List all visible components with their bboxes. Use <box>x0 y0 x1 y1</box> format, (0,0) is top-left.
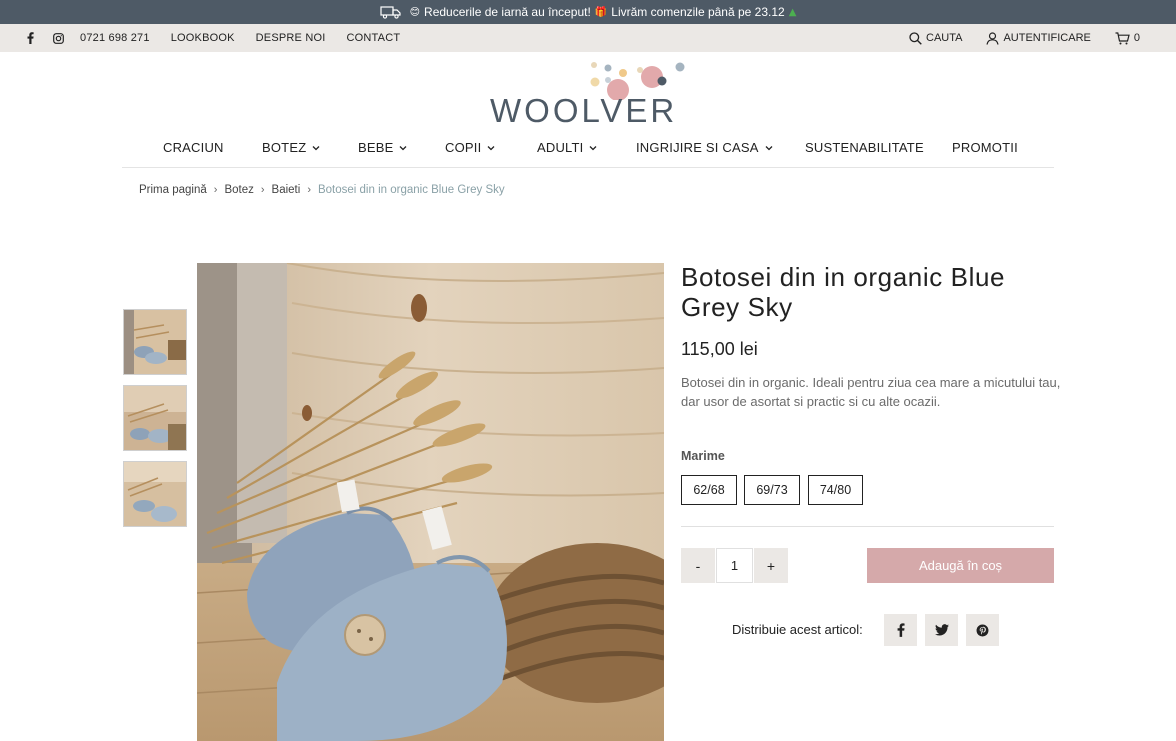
chevron-down-icon <box>312 145 320 150</box>
pinterest-icon <box>976 624 989 636</box>
nav-item-promotii[interactable]: PROMOTII <box>952 140 1018 155</box>
nav-item-copii[interactable]: COPII <box>445 140 495 155</box>
twitter-icon <box>934 624 949 636</box>
quantity-input[interactable] <box>716 548 753 583</box>
tree-icon: ▲ <box>788 6 797 18</box>
nav-label: ADULTI <box>537 140 584 155</box>
quantity-decrease-button[interactable]: - <box>681 548 715 583</box>
quantity-increase-button[interactable]: + <box>754 548 788 583</box>
logo-text: WOOLVER <box>490 92 678 129</box>
chevron-down-icon <box>487 145 495 150</box>
search-icon <box>909 31 922 45</box>
nav-item-adulti[interactable]: ADULTI <box>537 140 597 155</box>
cart-button[interactable]: 0 <box>1115 31 1140 45</box>
facebook-icon[interactable] <box>24 32 36 44</box>
breadcrumb: Prima pagină › Botez › Baieti › Botosei … <box>139 184 505 196</box>
chevron-down-icon <box>400 145 407 150</box>
cart-count: 0 <box>1133 32 1140 44</box>
nav-item-craciun[interactable]: CRACIUN <box>163 140 224 155</box>
product-price: 115,00 lei <box>681 339 758 359</box>
share-facebook-button[interactable] <box>884 614 917 646</box>
product-photo <box>197 263 664 741</box>
emoji-icon: 😊 <box>409 6 421 18</box>
divider <box>681 526 1054 527</box>
size-option-62-68[interactable]: 62/68 <box>681 475 737 505</box>
product-thumbnail-1[interactable] <box>123 309 187 375</box>
nav-label: PROMOTII <box>952 140 1018 155</box>
share-label: Distribuie acest articol: <box>732 622 863 637</box>
size-option-74-80[interactable]: 74/80 <box>808 475 863 505</box>
site-logo[interactable]: WOOLVER <box>490 60 690 129</box>
nav-label: CRACIUN <box>163 140 224 155</box>
breadcrumb-baieti[interactable]: Baieti <box>272 184 301 196</box>
breadcrumb-botez[interactable]: Botez <box>224 184 253 196</box>
search-button[interactable]: CAUTA <box>909 31 963 45</box>
chevron-right-icon: › <box>260 184 265 196</box>
search-label: CAUTA <box>926 32 963 44</box>
facebook-icon <box>897 623 905 637</box>
contact-link[interactable]: CONTACT <box>347 32 401 44</box>
nav-label: INGRIJIRE SI CASA <box>636 140 759 155</box>
share-pinterest-button[interactable] <box>966 614 999 646</box>
nav-item-botez[interactable]: BOTEZ <box>262 140 320 155</box>
gift-icon: 🎁 <box>594 6 608 18</box>
breadcrumb-current: Botosei din in organic Blue Grey Sky <box>317 184 505 196</box>
nav-label: BOTEZ <box>262 140 307 155</box>
nav-label: BEBE <box>358 140 394 155</box>
size-label: Marime <box>681 449 725 463</box>
login-label: AUTENTIFICARE <box>1003 32 1091 44</box>
about-link[interactable]: DESPRE NOI <box>256 32 326 44</box>
lookbook-link[interactable]: LOOKBOOK <box>171 32 235 44</box>
nav-item-bebe[interactable]: BEBE <box>358 140 407 155</box>
product-thumbnail-3[interactable] <box>123 461 187 527</box>
announcement-text-1: Reducerile de iarnă au început! <box>424 5 591 19</box>
nav-label: SUSTENABILITATE <box>805 140 924 155</box>
share-twitter-button[interactable] <box>925 614 958 646</box>
product-main-image[interactable] <box>197 263 664 741</box>
product-title: Botosei din in organic Blue Grey Sky <box>681 262 1006 322</box>
announcement-bar: 😊 Reducerile de iarnă au început! 🎁 Livr… <box>0 0 1176 24</box>
announcement-text-2: Livrăm comenzile până pe 23.12 <box>611 5 785 19</box>
size-option-69-73[interactable]: 69/73 <box>744 475 800 505</box>
chevron-right-icon: › <box>307 184 311 196</box>
chevron-right-icon: › <box>213 184 218 196</box>
chevron-down-icon <box>590 145 597 150</box>
utility-bar: 0721 698 271 LOOKBOOK DESPRE NOI CONTACT… <box>0 24 1176 52</box>
product-thumbnail-2[interactable] <box>123 385 187 451</box>
instagram-icon[interactable] <box>52 32 64 44</box>
product-description: Botosei din in organic. Ideali pentru zi… <box>681 375 1061 409</box>
truck-icon <box>379 6 401 19</box>
add-to-cart-button[interactable]: Adaugă în coș <box>867 548 1054 583</box>
breadcrumb-home[interactable]: Prima pagină <box>139 184 207 196</box>
user-icon <box>986 31 1000 45</box>
nav-label: COPII <box>445 140 482 155</box>
nav-item-ingrijire-si-casa[interactable]: INGRIJIRE SI CASA <box>636 140 773 155</box>
chevron-down-icon <box>765 145 773 150</box>
cart-icon <box>1115 31 1130 44</box>
main-nav: CRACIUN BOTEZ BEBE COPII ADULTI INGRIJIR… <box>122 134 1054 168</box>
login-button[interactable]: AUTENTIFICARE <box>986 31 1091 45</box>
phone-link[interactable]: 0721 698 271 <box>80 32 150 44</box>
nav-item-sustenabilitate[interactable]: SUSTENABILITATE <box>805 140 924 155</box>
